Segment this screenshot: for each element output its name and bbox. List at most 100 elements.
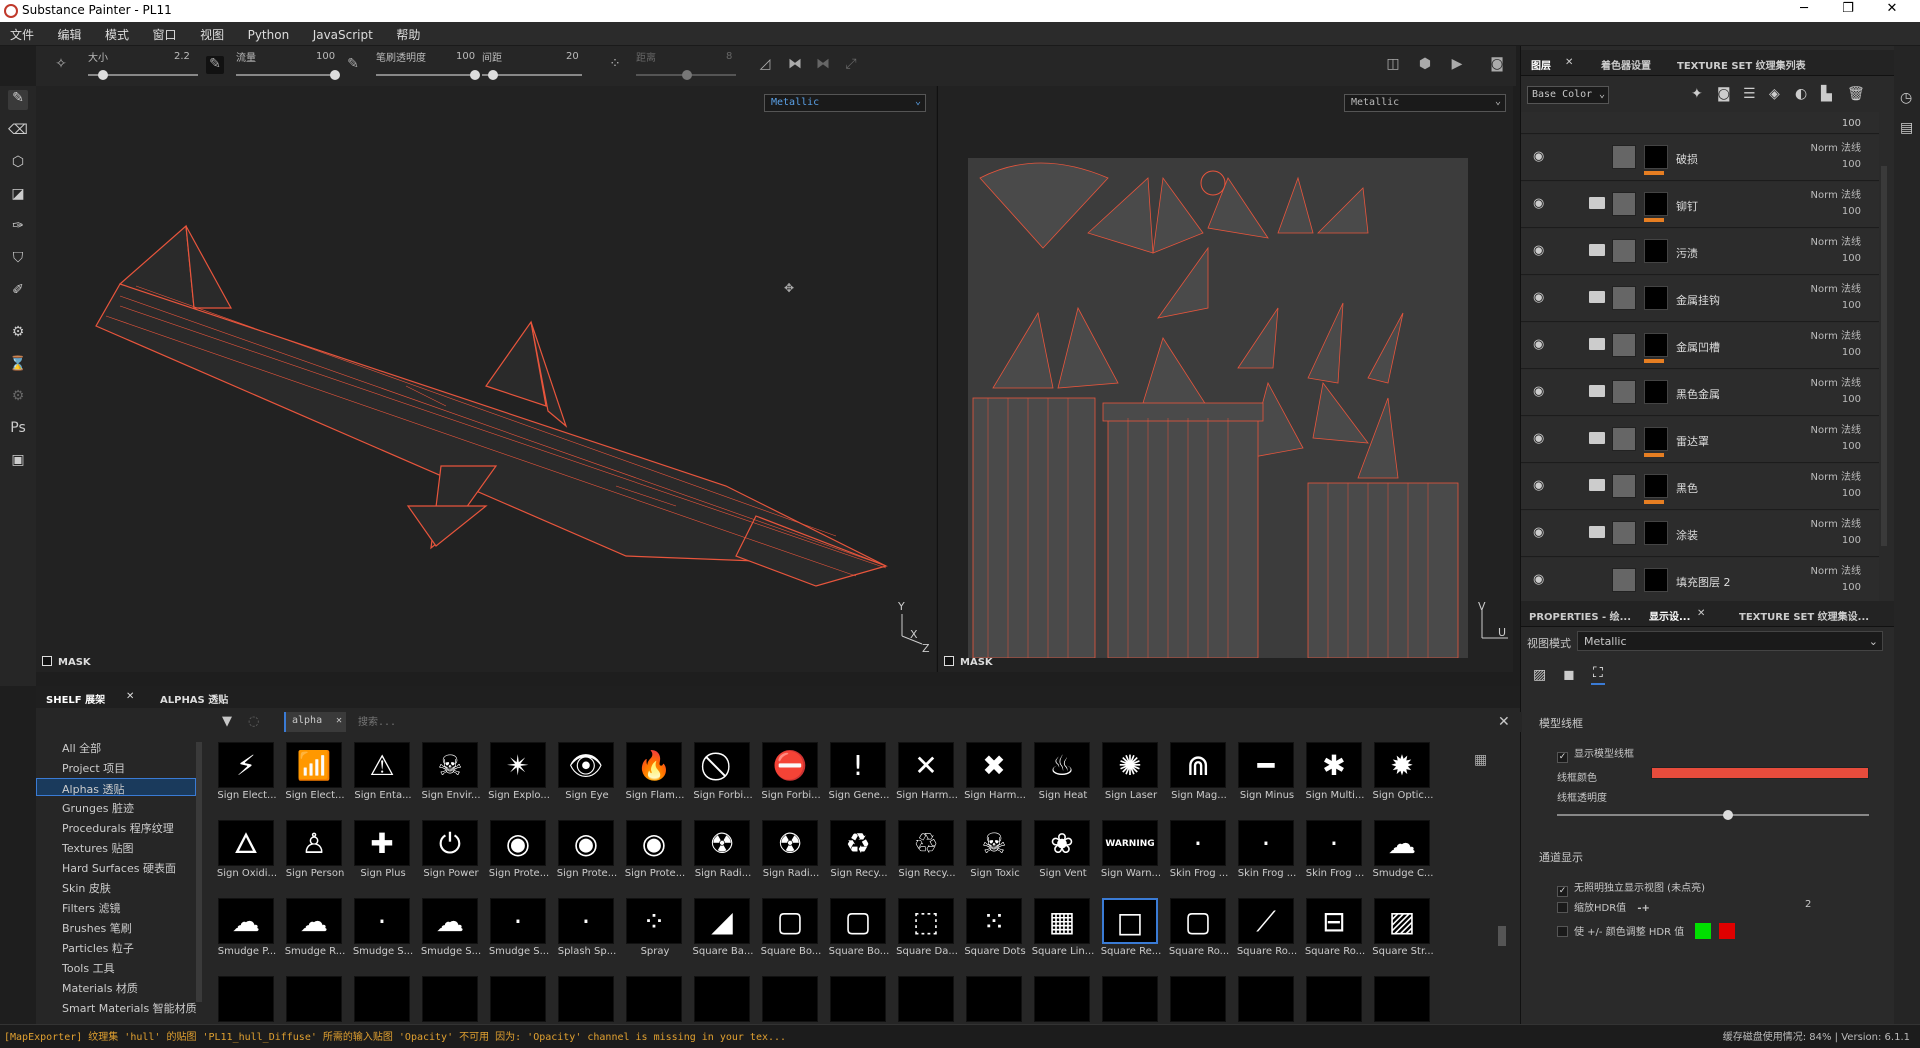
layer-row[interactable]: ◉ 填充图层 2 Norm 法线 100 [1521,558,1879,604]
layer-mask-thumbnail[interactable] [1644,333,1668,357]
layer-thumbnail[interactable] [1612,380,1636,404]
delete-layer-icon[interactable]: 🗑 [1847,86,1865,102]
shelf-category[interactable]: Brushes 笔刷 [62,918,198,936]
menu-window[interactable]: 窗口 [143,22,187,43]
layer-mask-thumbnail[interactable] [1644,239,1668,263]
show-wireframe-checkbox[interactable]: ✓ [1557,752,1568,763]
hdr-value[interactable]: 2 [1805,899,1811,910]
shelf-item[interactable]: · Smudge S... [486,898,550,974]
mask-checkbox[interactable] [42,656,52,666]
layer-blend-mode[interactable]: Norm 法线 [1811,562,1861,577]
layer-blend-mode[interactable]: Norm 法线 [1811,374,1861,389]
layer-thumbnail[interactable] [1612,192,1636,216]
shelf-item[interactable]: ⃠ Sign Forbi... [690,742,754,818]
add-layer-icon[interactable]: ☰ [1743,86,1756,102]
shelf-item[interactable]: ✖ Sign Harm... [962,742,1026,818]
shelf-item[interactable]: ◉ Sign Prote... [554,820,618,896]
refresh-icon[interactable]: ◌ [248,714,259,729]
layer-mask-thumbnail[interactable] [1644,521,1668,545]
shelf-item[interactable]: ⁘ Spray [622,898,686,974]
shelf-item[interactable]: ✴ Sign Explo... [486,742,550,818]
layer-mask-thumbnail[interactable] [1644,474,1668,498]
shelf-category[interactable]: Smart Materials 智能材质 [62,998,198,1016]
shelf-item[interactable] [214,976,278,1024]
tab-layers[interactable]: 图层 [1531,57,1551,72]
shelf-item[interactable]: ☁ Smudge S... [418,898,482,974]
shelf-item[interactable] [1370,976,1434,1024]
shelf-item[interactable] [622,976,686,1024]
layer-blend-mode[interactable]: Norm 法线 [1811,139,1861,154]
viewport2d-channel-dropdown[interactable]: Metallic ⌄ [1344,94,1506,112]
layer-row[interactable]: ◉ 破损 Norm 法线 100 [1521,135,1879,181]
shelf-item[interactable]: ☁ Smudge R... [282,898,346,974]
shelf-item[interactable]: ✹ Sign Optic... [1370,742,1434,818]
shelf-item[interactable]: ✚ Sign Plus [350,820,414,896]
shelf-item[interactable] [690,976,754,1024]
close-icon[interactable]: ✕ [1565,57,1573,68]
wire-opacity-knob[interactable] [1723,810,1734,820]
lazy-mouse-icon[interactable]: ✧ [52,56,70,74]
shelf-item[interactable] [894,976,958,1024]
shelf-item[interactable]: ▢ Square Ro... [1166,898,1230,974]
smudge-icon[interactable]: ✑ [8,218,28,238]
shelf-item[interactable]: · Skin Frog ... [1234,820,1298,896]
shelf-category[interactable]: Filters 滤镜 [62,898,198,916]
layer-blend-mode[interactable]: Norm 法线 [1811,327,1861,342]
layer-name[interactable]: 雷达罩 [1676,433,1709,449]
shelf-item[interactable]: ▢ Square Bo... [758,898,822,974]
projection-icon[interactable]: ⬡ [8,154,28,174]
eye-icon[interactable]: ◉ [1533,243,1544,258]
menu-file[interactable]: 文件 [0,22,44,43]
screenshot-camera-icon[interactable]: ◙ [1488,56,1506,74]
layer-row[interactable]: ◉ 黑色 Norm 法线 100 [1521,464,1879,510]
shelf-item[interactable] [758,976,822,1024]
layer-row[interactable]: ◉ 金属挂钩 Norm 法线 100 [1521,276,1879,322]
channel-dropdown[interactable]: Base Color ⌄ [1527,86,1609,104]
size-slider[interactable] [88,70,198,80]
shelf-item[interactable]: ◉ Sign Prote... [622,820,686,896]
paint-brush-icon[interactable]: ✎ [8,90,28,110]
shelf-item[interactable]: 📶 Sign Elect... [282,742,346,818]
tab-shader-settings[interactable]: 着色器设置 [1601,57,1651,72]
tab-alphas[interactable]: ALPHAS 透贴 [160,691,228,706]
hdr-plus-button[interactable]: + [1642,903,1650,914]
maximize-icon[interactable]: ❐ [1828,1,1868,16]
shelf-item[interactable]: ◉ Sign Prote... [486,820,550,896]
polygon-fill-icon[interactable]: ◪ [8,186,28,206]
shelf-category[interactable]: Materials 材质 [62,978,198,996]
clear-search-icon[interactable]: ✕ [1498,714,1510,730]
eye-icon[interactable]: ◉ [1533,149,1544,164]
layer-blend-mode[interactable]: Norm 法线 [1811,468,1861,483]
layer-row[interactable]: ◉ 黑色金属 Norm 法线 100 [1521,370,1879,416]
shelf-category[interactable]: All 全部 [62,738,198,756]
shelf-item[interactable] [1234,976,1298,1024]
shelf-item[interactable]: ☢ Sign Radi... [690,820,754,896]
layer-opacity[interactable]: 100 [1842,159,1861,170]
shelf-item[interactable]: ❀ Sign Vent [1030,820,1094,896]
layer-blend-mode[interactable]: Norm 法线 [1811,233,1861,248]
eye-icon[interactable]: ◉ [1533,290,1544,305]
shelf-item[interactable] [418,976,482,1024]
symmetry-icon[interactable]: ⧓ [786,56,804,74]
shelf-item[interactable]: ⏻ Sign Power [418,820,482,896]
layer-name[interactable]: 金属挂钩 [1676,292,1720,308]
unlit-option[interactable]: ✓ 无照明独立显示视图 (未点亮) [1557,879,1705,897]
spacing-value[interactable]: 20 [566,51,579,62]
layer-name[interactable]: 填充图层 2 [1676,574,1731,590]
distance-slider[interactable] [636,70,736,80]
shelf-item[interactable] [350,976,414,1024]
filter-icon[interactable]: ▼ [222,714,232,729]
eye-icon[interactable]: ◉ [1533,431,1544,446]
geometry-mask-icon[interactable]: ⌛ [8,356,28,376]
uv-sheet[interactable] [968,158,1468,659]
shelf-item[interactable] [826,976,890,1024]
tab-properties[interactable]: PROPERTIES - 绘... [1529,608,1631,623]
tab-texture-set-settings[interactable]: TEXTURE SET 纹理集设... [1739,608,1869,623]
layer-opacity[interactable]: 100 [1842,118,1861,129]
hdr-increase-color-swatch[interactable] [1695,923,1712,939]
layer-opacity[interactable]: 100 [1842,535,1861,546]
shelf-category[interactable]: Textures 贴图 [62,838,198,856]
layer-thumbnail[interactable] [1612,286,1636,310]
shelf-search-input[interactable] [352,712,1522,732]
layer-name[interactable]: 破损 [1676,151,1698,167]
